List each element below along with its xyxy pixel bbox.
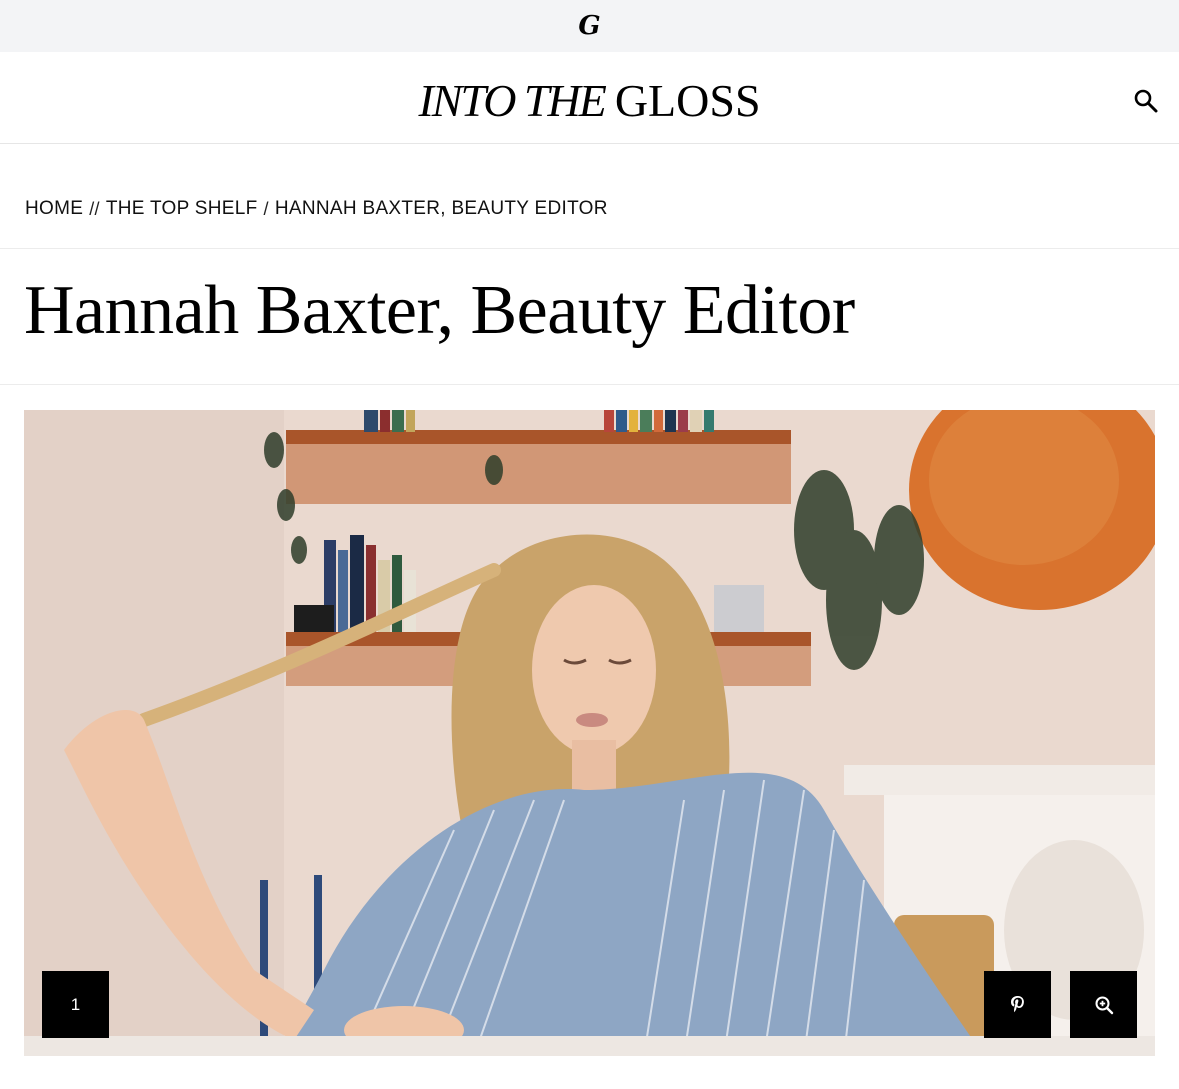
breadcrumb-section-link[interactable]: THE TOP SHELF bbox=[106, 198, 258, 220]
breadcrumb-current: HANNAH BAXTER, BEAUTY EDITOR bbox=[274, 198, 608, 219]
logo-roman-part: GLOSS bbox=[614, 75, 761, 126]
glossier-g-icon[interactable]: G bbox=[578, 13, 600, 39]
top-utility-bar: G bbox=[0, 0, 1179, 52]
page-title: Hannah Baxter, Beauty Editor bbox=[24, 272, 855, 349]
search-icon bbox=[1134, 89, 1158, 113]
hero-photo bbox=[24, 410, 1155, 1056]
logo-italic-part: INTO THE bbox=[418, 75, 606, 126]
pinterest-button[interactable] bbox=[984, 971, 1051, 1038]
zoom-in-icon bbox=[1095, 996, 1113, 1014]
site-logo[interactable]: INTO THE GLOSS bbox=[418, 74, 760, 127]
pinterest-icon bbox=[1010, 995, 1024, 1012]
slide-counter: 1 bbox=[42, 971, 109, 1038]
breadcrumb-separator: // bbox=[89, 198, 100, 219]
hero-gallery[interactable]: 1 bbox=[24, 410, 1155, 1056]
site-header: INTO THE GLOSS bbox=[0, 52, 1179, 144]
zoom-button[interactable] bbox=[1070, 971, 1137, 1038]
divider bbox=[0, 384, 1179, 385]
breadcrumb-separator: / bbox=[263, 198, 269, 219]
breadcrumb-home-link[interactable]: HOME bbox=[25, 198, 83, 220]
breadcrumb: HOME // THE TOP SHELF / HANNAH BAXTER, B… bbox=[25, 198, 608, 220]
divider bbox=[0, 248, 1179, 249]
search-button[interactable] bbox=[1131, 86, 1161, 116]
